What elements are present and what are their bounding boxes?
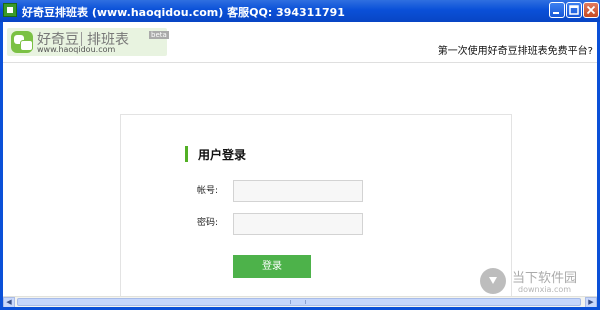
scrollbar-thumb[interactable] [17,298,581,306]
scrollbar-grip [290,300,306,304]
window-title: 好奇豆排班表 (www.haoqidou.com) 客服QQ: 39431179… [22,6,345,19]
close-button[interactable] [583,2,599,18]
password-label: 密码: [197,218,219,228]
app-icon [3,3,17,17]
logo[interactable]: 好奇豆 排班表 beta www.haoqidou.com [7,28,169,56]
download-arrow-icon [480,268,506,294]
watermark-logo: 当下软件园 downxia.com [480,266,590,296]
title-accent-bar [185,146,188,162]
login-panel: 用户登录 帐号: 密码: 登录 [120,114,512,297]
logo-url: www.haoqidou.com [37,45,116,54]
account-input[interactable] [233,180,363,202]
login-title: 用户登录 [198,148,247,162]
minimize-button[interactable] [549,2,565,18]
watermark-name: 当下软件园 [512,271,578,286]
maximize-icon [569,5,579,15]
app-header: 好奇豆 排班表 beta www.haoqidou.com 第一次使用好奇豆排班… [3,22,597,62]
watermark-url: downxia.com [518,285,572,294]
password-input[interactable] [233,213,363,235]
logo-separator [81,32,82,46]
title-bar[interactable]: 好奇豆排班表 (www.haoqidou.com) 客服QQ: 39431179… [0,0,600,22]
minimize-icon [553,12,559,14]
beta-badge: beta [149,31,169,39]
slogan-text: 第一次使用好奇豆排班表免费平台? [437,46,593,57]
header-divider [3,62,597,63]
logo-mark-icon [11,31,33,53]
account-label: 帐号: [197,186,219,196]
close-icon [586,5,596,15]
maximize-button[interactable] [566,2,582,18]
login-button[interactable]: 登录 [233,255,311,278]
